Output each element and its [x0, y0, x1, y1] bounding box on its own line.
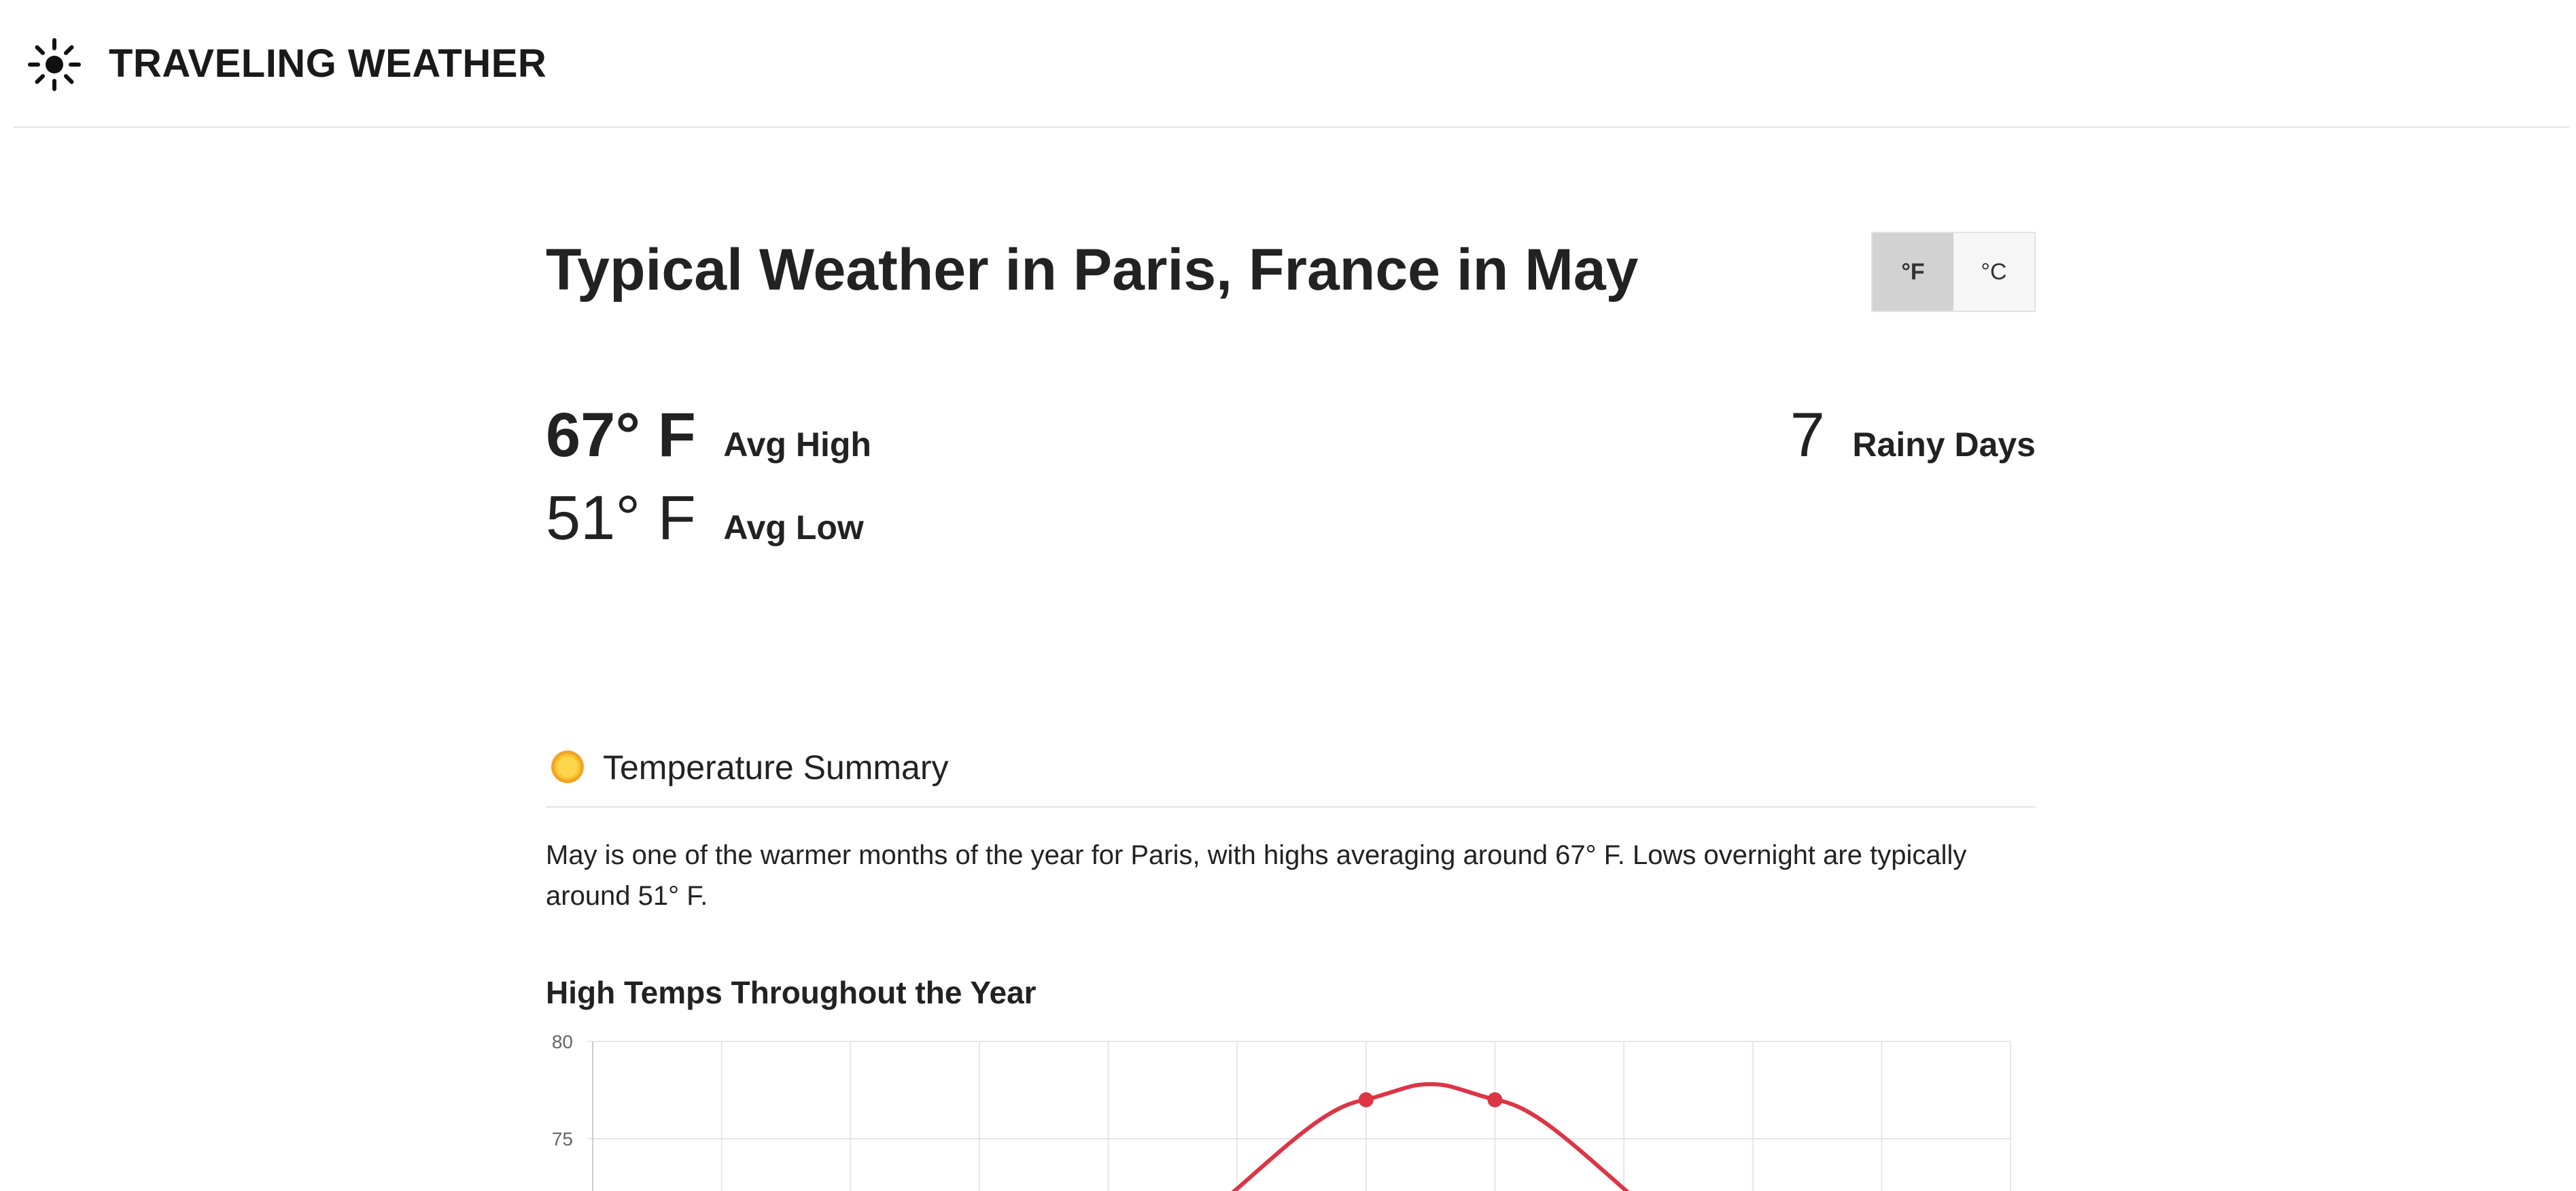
temperature-summary-header: Temperature Summary: [546, 740, 2036, 808]
high-temp-data-point: [1487, 1092, 1503, 1107]
avg-high-label: Avg High: [723, 426, 871, 464]
temperature-summary-text: May is one of the warmer months of the y…: [546, 840, 1967, 911]
avg-high-value: 67° F: [546, 400, 696, 470]
chart-title: High Temps Throughout the Year: [546, 975, 1037, 1010]
unit-toggle: °F °C: [1871, 232, 2036, 312]
celsius-button[interactable]: °C: [1953, 233, 2034, 311]
page-title: Typical Weather in Paris, France in May: [546, 237, 1639, 303]
avg-high-stat: 67° F Avg High: [546, 400, 871, 471]
sun-emoji-icon: [551, 750, 584, 783]
site-title[interactable]: TRAVELING WEATHER: [109, 41, 546, 86]
fahrenheit-button[interactable]: °F: [1873, 233, 1953, 311]
top-bar: TRAVELING WEATHER: [14, 0, 2569, 128]
rainy-days-value: 7: [1790, 400, 1825, 470]
avg-low-value: 51° F: [546, 483, 696, 553]
high-temps-chart: 80 75: [546, 1032, 2036, 1191]
y-tick-label: 80: [552, 1032, 573, 1052]
rainy-days-label: Rainy Days: [1852, 426, 2036, 464]
rainy-days-stat: 7 Rainy Days: [1790, 400, 2036, 471]
avg-low-label: Avg Low: [723, 508, 864, 547]
sun-icon[interactable]: [27, 37, 82, 92]
y-tick-label: 75: [552, 1128, 573, 1150]
avg-low-stat: 51° F Avg Low: [546, 483, 864, 554]
high-temps-chart-svg: 80 75: [552, 1032, 2011, 1191]
high-temp-series-line: [1231, 1082, 1630, 1191]
section-title: Temperature Summary: [603, 748, 949, 787]
high-temp-data-point: [1358, 1092, 1374, 1107]
main-content: Typical Weather in Paris, France in May …: [546, 128, 2036, 1191]
